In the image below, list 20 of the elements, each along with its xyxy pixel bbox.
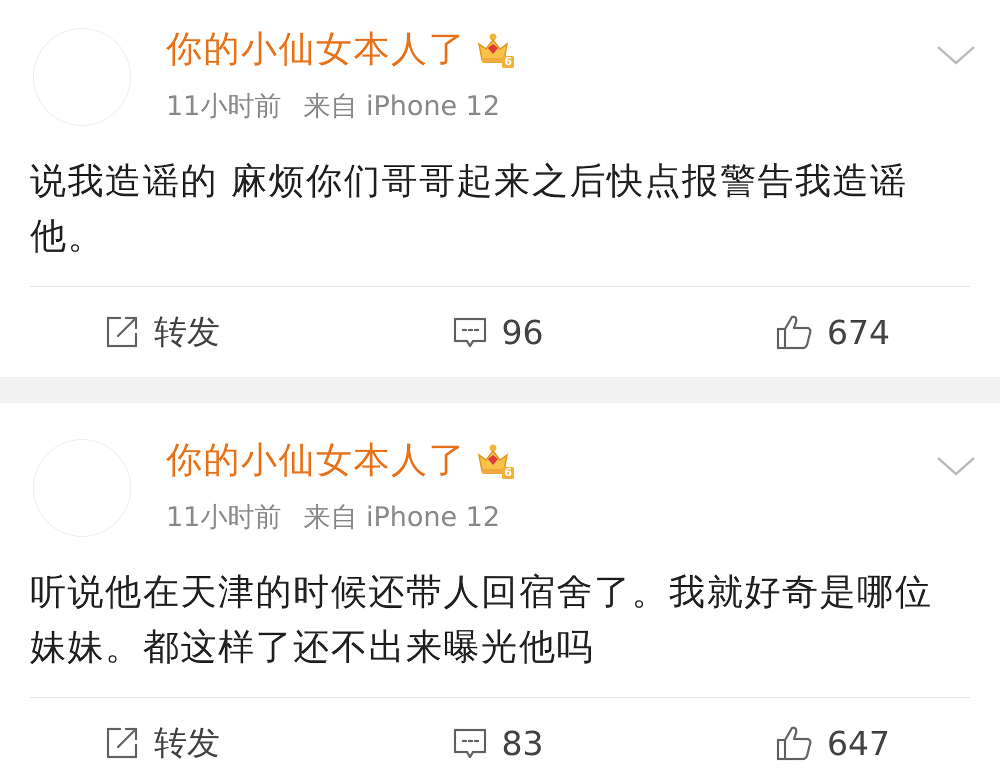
post-text: 听说他在天津的时候还带人回宿舍了。我就好奇是哪位妹妹。都这样了还不出来曝光他吗 (30, 571, 934, 670)
level-badge: 6 (476, 443, 512, 479)
post-time: 11小时前 (166, 90, 282, 124)
post-source: 来自 iPhone 12 (303, 90, 500, 124)
like-button[interactable]: 647 (775, 724, 890, 762)
chevron-down-icon[interactable] (936, 44, 976, 66)
repost-button[interactable]: 转发 (104, 310, 220, 354)
comment-button[interactable]: 83 (452, 724, 544, 762)
thumbs-up-icon (775, 313, 813, 351)
post-time: 11小时前 (166, 501, 282, 535)
share-icon (104, 314, 140, 350)
post-source: 来自 iPhone 12 (303, 501, 500, 535)
thumbs-up-icon (775, 724, 813, 762)
like-button[interactable]: 674 (775, 312, 890, 352)
post-text: 说我造谣的 麻烦你们哥哥起来之后快点报警告我造谣他。 (30, 160, 909, 259)
repost-button[interactable]: 转发 (104, 720, 220, 766)
share-icon (104, 725, 140, 761)
comment-button[interactable]: 96 (452, 312, 544, 352)
chevron-down-icon[interactable] (936, 455, 976, 477)
level-badge: 6 (476, 32, 512, 68)
